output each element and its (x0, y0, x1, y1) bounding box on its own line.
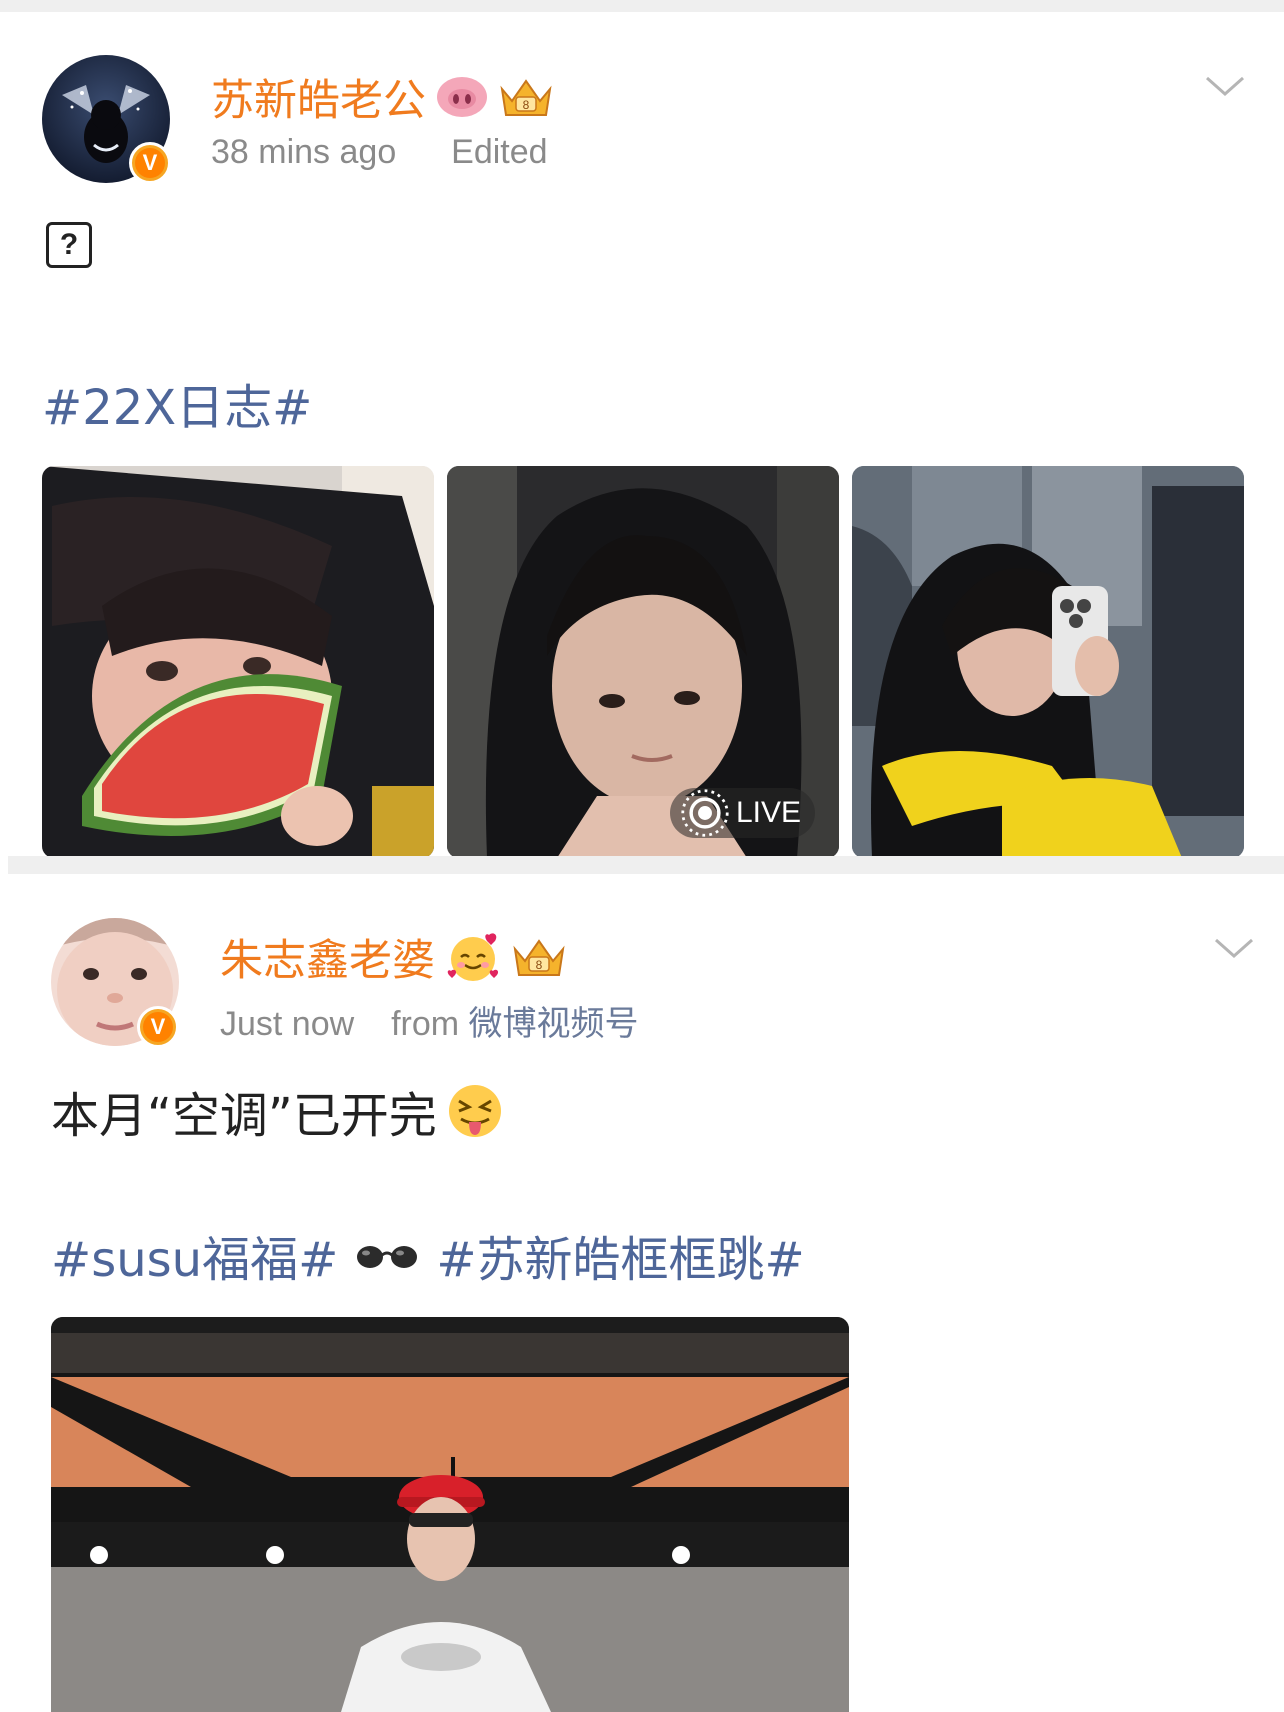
post-image[interactable] (852, 466, 1244, 858)
post-image[interactable] (42, 466, 434, 858)
post-divider (8, 856, 1284, 874)
chevron-down-icon[interactable] (1214, 936, 1254, 960)
post-time: 38 mins ago (211, 133, 397, 171)
post-text-content: 本月“空调”已开完 (51, 1088, 437, 1144)
top-separator (0, 0, 1284, 12)
verified-badge: V (129, 142, 171, 184)
unknown-character-icon: ? (46, 222, 92, 268)
pig-face-icon (436, 75, 488, 119)
username[interactable]: 朱志鑫老婆 8 (220, 926, 567, 988)
post-live-image[interactable]: LIVE (447, 466, 839, 858)
smiling-face-with-hearts-icon (445, 931, 501, 983)
post-meta: Just now from 微博视频号 (220, 996, 639, 1045)
hashtag-row: #susu福福# #苏新皓框框跳# (51, 1220, 805, 1290)
username-text: 朱志鑫老婆 (220, 936, 435, 986)
username-text: 苏新皓老公 (211, 76, 426, 126)
glasses-icon (354, 1239, 420, 1271)
post-text: 本月“空调”已开完 (51, 1076, 505, 1146)
edited-label[interactable]: Edited (451, 133, 547, 171)
live-photo-badge: LIVE (669, 788, 815, 838)
crown-icon: 8 (511, 935, 567, 979)
live-photo-icon (681, 789, 729, 837)
crown-icon: 8 (498, 75, 554, 119)
squinting-tongue-face-icon (445, 1081, 505, 1141)
from-label: from (391, 1005, 460, 1043)
svg-text:8: 8 (536, 958, 543, 972)
verified-badge: V (137, 1006, 179, 1048)
chevron-down-icon[interactable] (1205, 74, 1245, 98)
post-meta: 38 mins ago Edited (211, 133, 548, 172)
feed-post[interactable]: V 苏新皓老公 8 38 mins ago Edited ? #22X日志# L… (0, 12, 1284, 858)
svg-text:8: 8 (523, 98, 530, 112)
post-video[interactable] (51, 1317, 849, 1712)
hashtag-link[interactable]: #苏新皓框框跳# (436, 1220, 804, 1290)
live-label: LIVE (735, 796, 801, 829)
hashtag-link[interactable]: #22X日志# (42, 368, 312, 438)
username[interactable]: 苏新皓老公 8 (211, 66, 554, 128)
hashtag-link[interactable]: #susu福福# (51, 1220, 338, 1290)
post-time: Just now (220, 1005, 355, 1043)
post-source[interactable]: 微博视频号 (469, 1004, 639, 1044)
